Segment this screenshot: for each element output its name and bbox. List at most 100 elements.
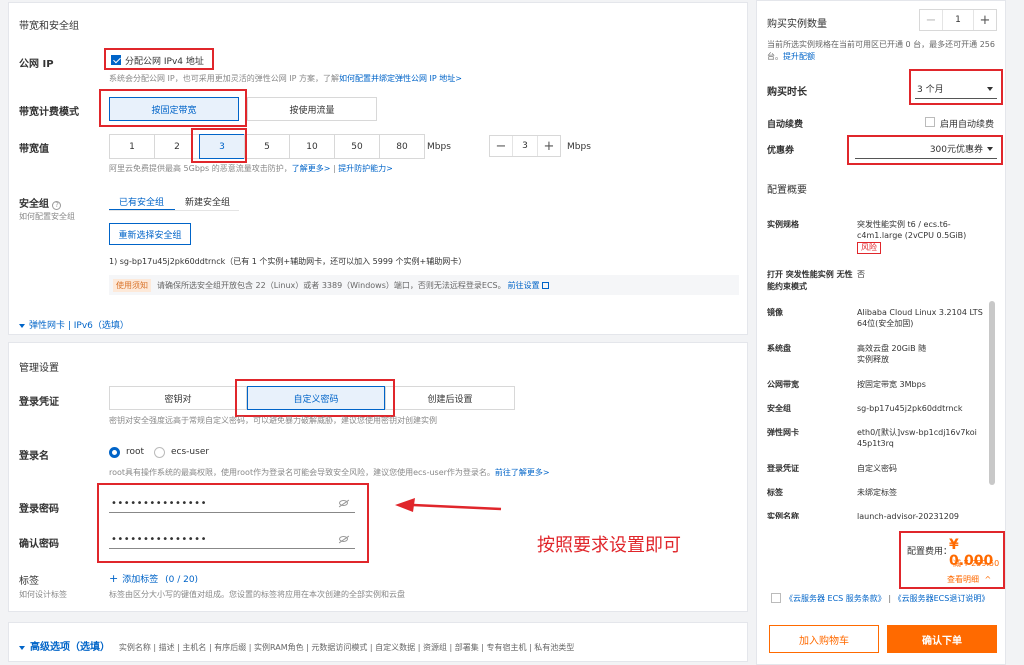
terms-link[interactable]: 《云服务器 ECS 服务条款》 xyxy=(785,594,886,603)
summary-value-text: 突发性能实例 t6 / ecs.t6-c4m1.large (2vCPU 0.5… xyxy=(857,220,967,240)
bw-option-80[interactable]: 80 xyxy=(379,134,425,159)
radio-root[interactable] xyxy=(109,447,120,458)
price-label: 配置费用： xyxy=(907,547,953,557)
renew-label: 自动续费 xyxy=(767,120,804,130)
agree-checkbox[interactable] xyxy=(771,593,781,603)
bw-option-3[interactable]: 3 xyxy=(199,134,245,159)
credential-hint: 密钥对安全强度远高于常规自定义密码，可以避免暴力破解威胁，建议您使用密钥对创建实… xyxy=(109,416,437,425)
credential-keypair-button[interactable]: 密钥对 xyxy=(109,386,247,410)
public-ip-checkbox[interactable] xyxy=(111,55,121,65)
caret-down-icon xyxy=(19,323,25,328)
detail-link-label: 查看明细 xyxy=(947,575,979,584)
public-ip-checkbox-label: 分配公网 IPv4 地址 xyxy=(125,57,204,67)
login-name-label: 登录名 xyxy=(19,451,49,462)
radio-root-label: root xyxy=(126,447,145,457)
agreement: 《云服务器 ECS 服务条款》 | 《云服务器ECS退订说明》 xyxy=(785,593,999,605)
discount: 减 ¥ 259.50 xyxy=(953,559,1000,568)
password-label: 登录密码 xyxy=(19,504,59,515)
bw-option-5[interactable]: 5 xyxy=(244,134,290,159)
duration-select[interactable]: 3 个月 xyxy=(915,79,997,99)
qty-hint: 当前所选实例规格在当前可用区已开通 0 台，最多还可开通 256 台。提升配额 xyxy=(767,39,997,63)
minus-icon[interactable]: − xyxy=(490,136,512,156)
advanced-panel[interactable]: 高级选项（选填） 实例名称 | 描述 | 主机名 | 有序后缀 | 实例RAM角… xyxy=(8,622,748,662)
credential-password-button[interactable]: 自定义密码 xyxy=(247,386,385,410)
summary-key: 登录凭证 xyxy=(767,464,799,473)
summary-key: 实例规格 xyxy=(767,220,799,229)
confirm-order-button[interactable]: 确认下单 xyxy=(887,625,997,653)
eip-link[interactable]: 如何配置并绑定弹性公网 IP 地址> xyxy=(339,74,462,83)
advanced-toggle[interactable]: 高级选项（选填） 实例名称 | 描述 | 主机名 | 有序后缀 | 实例RAM角… xyxy=(19,638,574,653)
bw-stepper-value[interactable]: 3 xyxy=(512,136,538,156)
summary-value: 突发性能实例 t6 / ecs.t6-c4m1.large (2vCPU 0.5… xyxy=(857,219,989,254)
sg-sub[interactable]: 如何配置安全组 xyxy=(19,211,75,222)
qty-label: 购买实例数量 xyxy=(767,19,827,30)
summary-value: Alibaba Cloud Linux 3.2104 LTS 64位(安全加固) xyxy=(857,308,983,328)
summary-value: launch-advisor-20231209 xyxy=(857,512,960,519)
sg-selected: 1) sg-bp17u45j2pk60ddtrnck（已有 1 个实例+辅助网卡… xyxy=(109,257,467,266)
renew-checkbox-label: 启用自动续费 xyxy=(940,120,995,130)
section-title: 带宽和安全组 xyxy=(19,21,79,32)
learn-more-link[interactable]: 了解更多> xyxy=(292,164,331,173)
renew-checkbox[interactable] xyxy=(925,117,935,127)
learn-more-link[interactable]: 前往了解更多> xyxy=(495,468,550,477)
eye-off-icon[interactable] xyxy=(339,536,348,542)
coupon-value: 300元优惠券 xyxy=(929,145,983,155)
bw-stepper[interactable]: − 3 + xyxy=(489,135,561,157)
coupon-select[interactable]: 300元优惠券 xyxy=(855,139,997,159)
credential-label: 登录凭证 xyxy=(19,397,59,408)
login-name-hint: root具有操作系统的最高权限，使用root作为登录名可能会导致安全风险，建议您… xyxy=(109,467,550,478)
tabs-divider xyxy=(109,210,239,211)
tab-existing-sg[interactable]: 已有安全组 xyxy=(119,195,164,208)
coupon-label: 优惠券 xyxy=(767,146,795,156)
sg-label: 安全组 ? xyxy=(19,195,62,210)
confirm-password-input[interactable]: ••••••••••••••• xyxy=(109,531,355,549)
summary-scroll-area[interactable]: 实例规格 突发性能实例 t6 / ecs.t6-c4m1.large (2vCP… xyxy=(763,197,1001,519)
tag-label: 标签 xyxy=(19,576,39,587)
tag-sub[interactable]: 如何设计标签 xyxy=(19,589,67,600)
plus-icon[interactable]: + xyxy=(974,10,996,30)
chevron-down-icon xyxy=(987,147,993,151)
public-ip-hint: 系统会分配公网 IP，也可采用更加灵活的弹性公网 IP 方案，了解如何配置并绑定… xyxy=(109,73,462,84)
summary-key: 标签 xyxy=(767,488,783,497)
bw-option-50[interactable]: 50 xyxy=(334,134,380,159)
summary-value: sg-bp17u45j2pk60ddtrnck xyxy=(857,404,963,413)
qty-value[interactable]: 1 xyxy=(942,10,974,30)
bw-unit: Mbps xyxy=(427,142,451,152)
summary-key: 打开 突发性能实例 无性能约束模式 xyxy=(767,270,853,291)
billing-traffic-button[interactable]: 按使用流量 xyxy=(247,97,377,121)
value-hint: 阿里云免费提供最高 5Gbps 的恶意流量攻击防护，了解更多> | 提升防护能力… xyxy=(109,163,393,174)
section-title: 管理设置 xyxy=(19,363,59,374)
eni-toggle[interactable]: 弹性网卡 | IPv6（选填） xyxy=(19,318,129,331)
detail-link[interactable]: 查看明细 ^ xyxy=(947,574,991,585)
help-icon[interactable]: ? xyxy=(52,201,62,210)
add-to-cart-button[interactable]: 加入购物车 xyxy=(769,625,879,653)
summary-key: 镜像 xyxy=(767,308,783,317)
eye-off-icon[interactable] xyxy=(339,500,348,506)
quota-link[interactable]: 提升配额 xyxy=(783,52,815,61)
reselect-sg-button[interactable]: 重新选择安全组 xyxy=(109,223,191,245)
bw-option-2[interactable]: 2 xyxy=(154,134,200,159)
password-input[interactable]: ••••••••••••••• xyxy=(109,495,355,513)
plus-icon[interactable]: + xyxy=(538,136,560,156)
summary-scrollbar[interactable] xyxy=(989,301,995,485)
add-tag-link[interactable]: + 添加标签 (0 / 20) xyxy=(109,572,198,585)
hint-text: root具有操作系统的最高权限，使用root作为登录名可能会导致安全风险，建议您… xyxy=(109,468,495,477)
improve-protection-link[interactable]: 提升防护能力> xyxy=(338,164,393,173)
radio-ecs-user-label: ecs-user xyxy=(171,447,210,457)
billing-label: 带宽计费模式 xyxy=(19,107,79,118)
refund-link[interactable]: 《云服务器ECS退订说明》 xyxy=(894,594,990,603)
summary-value: 自定义密码 xyxy=(857,464,897,473)
annotation-text: 按照要求设置即可 xyxy=(537,535,681,556)
notice-link[interactable]: 前往设置 xyxy=(508,280,540,291)
minus-icon[interactable]: − xyxy=(920,10,942,30)
billing-fixed-button[interactable]: 按固定带宽 xyxy=(109,97,239,121)
radio-ecs-user[interactable] xyxy=(154,447,165,458)
qty-stepper[interactable]: − 1 + xyxy=(919,9,997,31)
chevron-down-icon xyxy=(987,87,993,91)
chevron-up-icon: ^ xyxy=(984,575,992,584)
bw-option-10[interactable]: 10 xyxy=(289,134,335,159)
credential-later-button[interactable]: 创建后设置 xyxy=(385,386,515,410)
tab-new-sg[interactable]: 新建安全组 xyxy=(185,195,230,208)
notice-tag: 使用须知 xyxy=(113,278,151,292)
bw-option-1[interactable]: 1 xyxy=(109,134,155,159)
